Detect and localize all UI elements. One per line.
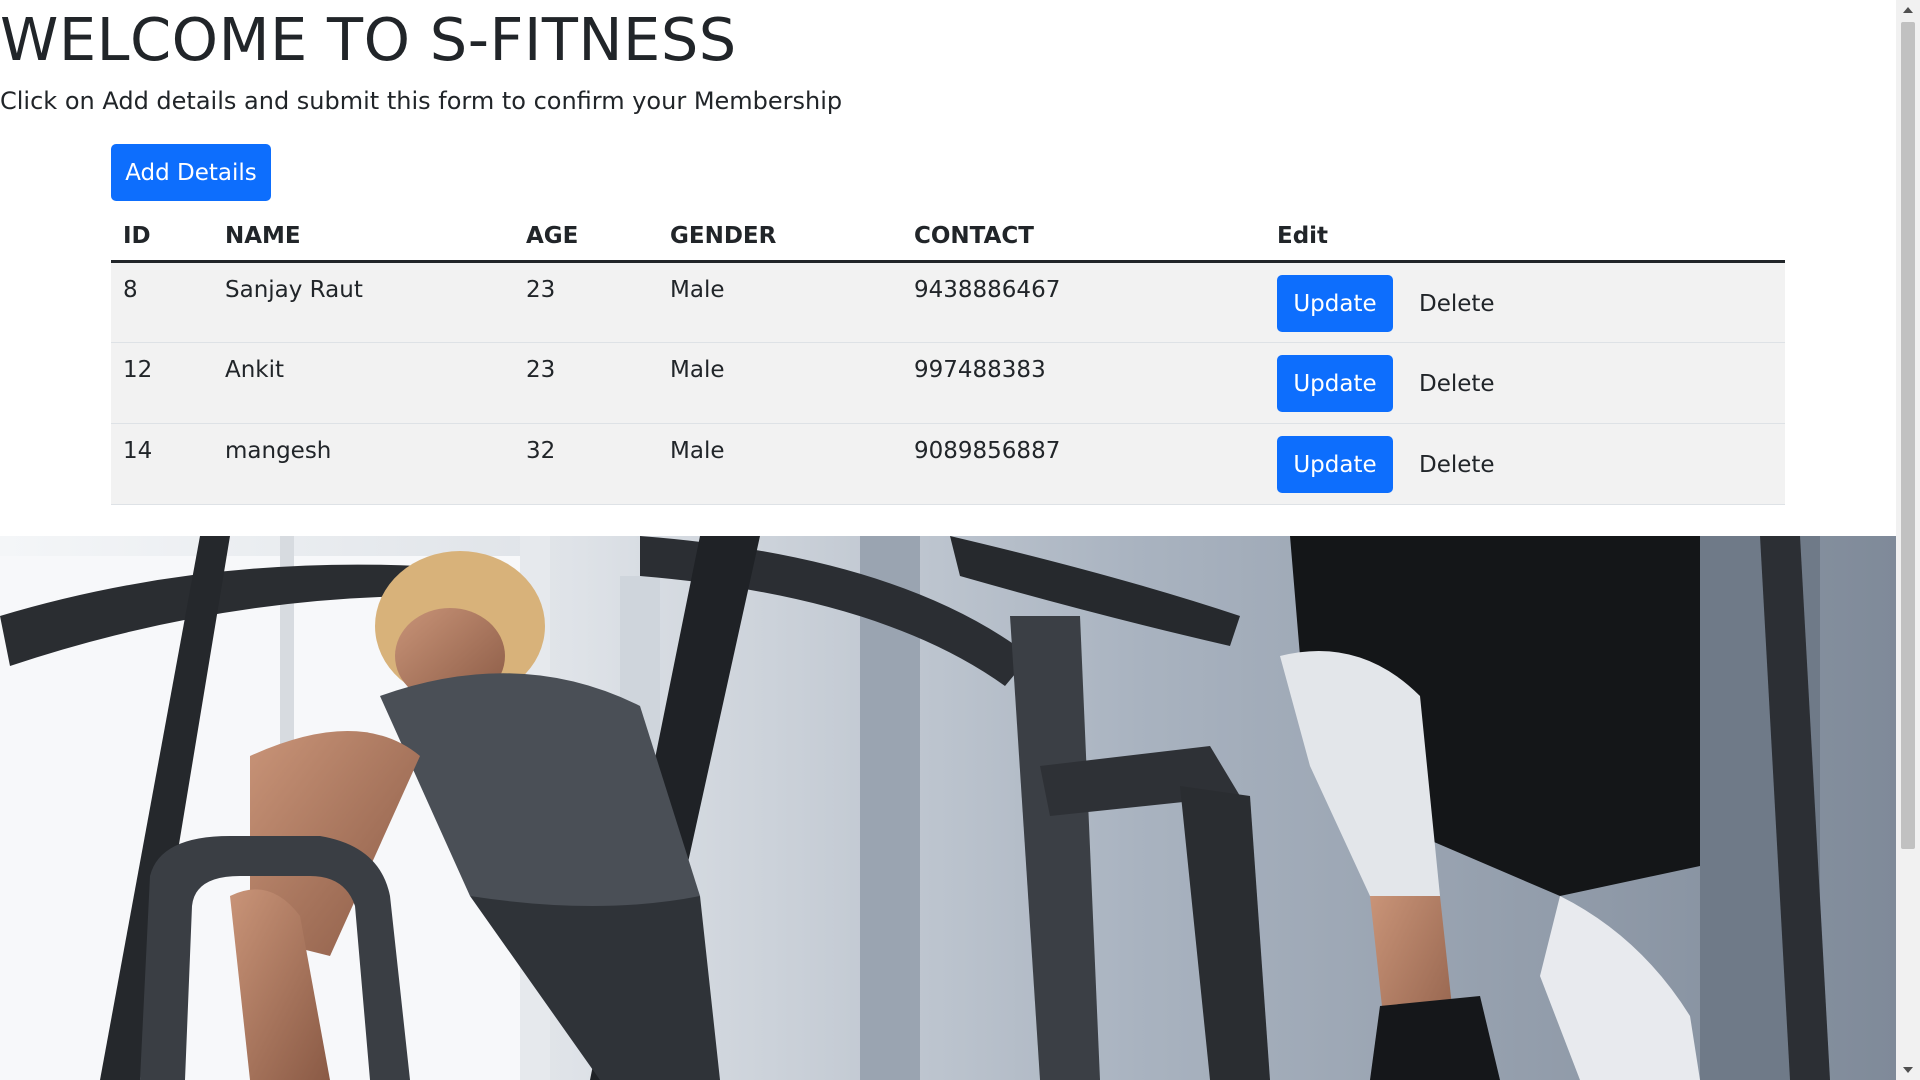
table-row: 14 mangesh 32 Male 9089856887 Update Dele…: [111, 423, 1785, 505]
cell-name: Sanjay Raut: [213, 261, 514, 343]
cell-age: 23: [514, 261, 658, 343]
update-button[interactable]: Update: [1277, 275, 1393, 332]
delete-button[interactable]: Delete: [1403, 275, 1511, 332]
update-button[interactable]: Update: [1277, 355, 1393, 412]
column-header-name: NAME: [213, 212, 514, 263]
hero-gym-image: [0, 536, 1896, 1080]
column-header-age: AGE: [514, 212, 658, 263]
cell-id: 14: [111, 423, 213, 505]
cell-edit: Update Delete: [1265, 423, 1785, 505]
column-header-contact: CONTACT: [902, 212, 1265, 263]
cell-edit: Update Delete: [1265, 261, 1785, 343]
cell-name: mangesh: [213, 423, 514, 505]
delete-button[interactable]: Delete: [1403, 436, 1511, 493]
scroll-down-arrow-icon[interactable]: [1896, 1060, 1920, 1080]
members-table: ID NAME AGE GENDER CONTACT Edit 8 Sanjay…: [111, 212, 1785, 505]
column-header-id: ID: [111, 212, 213, 263]
cell-name: Ankit: [213, 342, 514, 424]
cell-age: 32: [514, 423, 658, 505]
table-row: 12 Ankit 23 Male 997488383 Update Delete: [111, 342, 1785, 424]
cell-gender: Male: [658, 423, 902, 505]
cell-id: 8: [111, 261, 213, 343]
cell-gender: Male: [658, 342, 902, 424]
update-button[interactable]: Update: [1277, 436, 1393, 493]
table-row: 8 Sanjay Raut 23 Male 9438886467 Update D…: [111, 261, 1785, 343]
cell-edit: Update Delete: [1265, 342, 1785, 424]
cell-gender: Male: [658, 261, 902, 343]
gym-photo-illustration: [0, 536, 1896, 1080]
cell-contact: 9438886467: [902, 261, 1265, 343]
column-header-gender: GENDER: [658, 212, 902, 263]
cell-age: 23: [514, 342, 658, 424]
page-subtitle: Click on Add details and submit this for…: [0, 87, 843, 115]
delete-button[interactable]: Delete: [1403, 355, 1511, 412]
table-header-row: ID NAME AGE GENDER CONTACT Edit: [111, 212, 1785, 263]
scroll-up-arrow-icon[interactable]: [1896, 0, 1920, 20]
column-header-edit: Edit: [1265, 212, 1785, 263]
page-title: WELCOME TO S-FITNESS: [0, 5, 737, 74]
vertical-scrollbar[interactable]: [1896, 0, 1920, 1080]
cell-contact: 9089856887: [902, 423, 1265, 505]
scrollbar-thumb[interactable]: [1901, 22, 1915, 849]
add-details-button[interactable]: Add Details: [111, 144, 271, 201]
cell-id: 12: [111, 342, 213, 424]
cell-contact: 997488383: [902, 342, 1265, 424]
page: WELCOME TO S-FITNESS Click on Add detail…: [0, 0, 1920, 1080]
